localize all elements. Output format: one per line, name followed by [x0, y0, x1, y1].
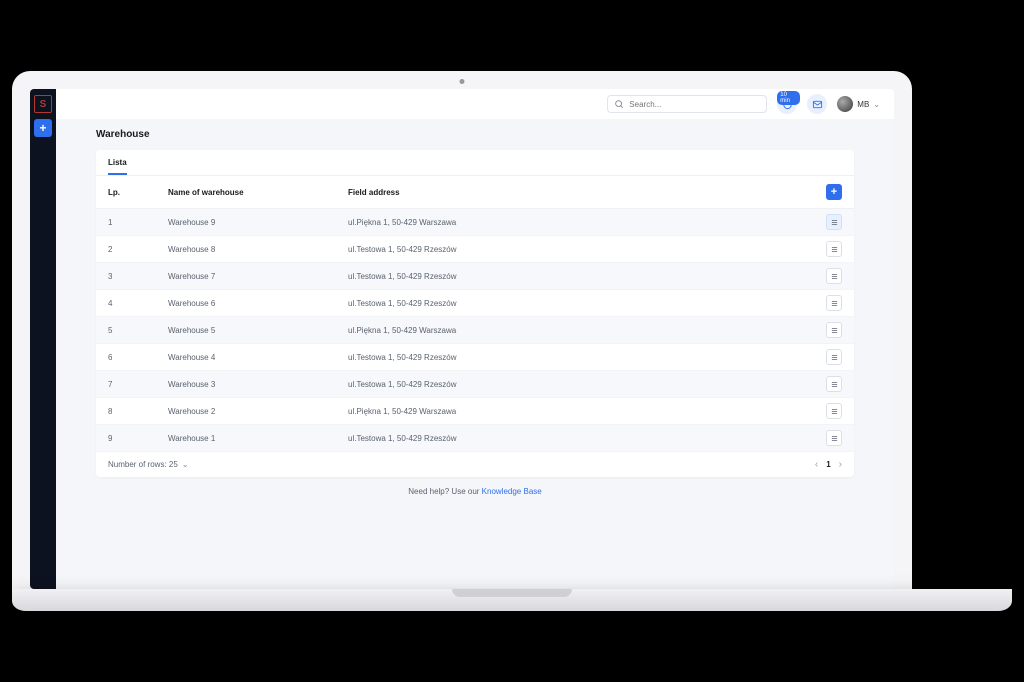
cell-lp: 1: [108, 218, 168, 227]
cell-lp: 4: [108, 299, 168, 308]
user-initials: MB: [857, 100, 869, 109]
search-input-wrap[interactable]: [607, 95, 767, 113]
cell-address: ul.Testowa 1, 50-429 Rzeszów: [348, 245, 802, 254]
hamburger-icon: [830, 245, 839, 254]
page-title: Warehouse: [96, 129, 854, 140]
avatar: [837, 96, 853, 112]
timer-badge: 10 min: [777, 91, 800, 105]
tabs: Lista: [96, 150, 854, 176]
cell-lp: 3: [108, 272, 168, 281]
cell-name: Warehouse 6: [168, 299, 348, 308]
chevron-down-icon: ⌄: [873, 100, 880, 109]
prev-page-button[interactable]: ‹: [815, 459, 818, 470]
pagination: ‹ 1 ›: [815, 459, 842, 470]
cell-lp: 6: [108, 353, 168, 362]
row-menu-button[interactable]: [826, 214, 842, 230]
cell-name: Warehouse 2: [168, 407, 348, 416]
help-text: Need help? Use our Knowledge Base: [96, 477, 854, 506]
cell-address: ul.Testowa 1, 50-429 Rzeszów: [348, 353, 802, 362]
laptop-base: [12, 589, 1012, 611]
table-row: 9Warehouse 1ul.Testowa 1, 50-429 Rzeszów: [96, 425, 854, 452]
table-row: 6Warehouse 4ul.Testowa 1, 50-429 Rzeszów: [96, 344, 854, 371]
cell-lp: 9: [108, 434, 168, 443]
sidebar: S +: [30, 89, 56, 589]
chevron-down-icon: ⌄: [182, 460, 189, 469]
table-header: Lp. Name of warehouse Field address +: [96, 176, 854, 209]
hamburger-icon: [830, 272, 839, 281]
warehouse-card: Lista Lp. Name of warehouse Field addres…: [96, 150, 854, 477]
row-menu-button[interactable]: [826, 241, 842, 257]
cell-name: Warehouse 3: [168, 380, 348, 389]
col-address: Field address: [348, 188, 802, 197]
cell-address: ul.Piękna 1, 50-429 Warszawa: [348, 407, 802, 416]
tab-lista[interactable]: Lista: [108, 158, 127, 175]
table-row: 7Warehouse 3ul.Testowa 1, 50-429 Rzeszów: [96, 371, 854, 398]
knowledge-base-link[interactable]: Knowledge Base: [482, 487, 542, 496]
sidebar-add-button[interactable]: +: [34, 119, 52, 137]
rows-per-page-select[interactable]: Number of rows: 25 ⌄: [108, 460, 189, 469]
hamburger-icon: [830, 299, 839, 308]
cell-lp: 7: [108, 380, 168, 389]
cell-name: Warehouse 9: [168, 218, 348, 227]
col-lp: Lp.: [108, 188, 168, 197]
help-prefix: Need help? Use our: [408, 487, 481, 496]
app-logo: S: [34, 95, 52, 113]
user-menu[interactable]: MB ⌄: [837, 96, 880, 112]
table-row: 1Warehouse 9ul.Piękna 1, 50-429 Warszawa: [96, 209, 854, 236]
hamburger-icon: [830, 407, 839, 416]
cell-address: ul.Testowa 1, 50-429 Rzeszów: [348, 434, 802, 443]
cell-address: ul.Testowa 1, 50-429 Rzeszów: [348, 299, 802, 308]
search-icon: [614, 99, 624, 109]
table-footer: Number of rows: 25 ⌄ ‹ 1 ›: [96, 452, 854, 477]
top-bar: 10 min MB ⌄: [56, 89, 894, 119]
table-row: 5Warehouse 5ul.Piękna 1, 50-429 Warszawa: [96, 317, 854, 344]
search-input[interactable]: [629, 100, 760, 109]
cell-address: ul.Testowa 1, 50-429 Rzeszów: [348, 272, 802, 281]
mail-icon[interactable]: [807, 94, 827, 114]
cell-address: ul.Piękna 1, 50-429 Warszawa: [348, 218, 802, 227]
cell-name: Warehouse 1: [168, 434, 348, 443]
row-menu-button[interactable]: [826, 376, 842, 392]
hamburger-icon: [830, 434, 839, 443]
table-row: 8Warehouse 2ul.Piękna 1, 50-429 Warszawa: [96, 398, 854, 425]
cell-lp: 5: [108, 326, 168, 335]
table-row: 3Warehouse 7ul.Testowa 1, 50-429 Rzeszów: [96, 263, 854, 290]
cell-name: Warehouse 7: [168, 272, 348, 281]
rows-label: Number of rows: 25: [108, 460, 178, 469]
hamburger-icon: [830, 218, 839, 227]
row-menu-button[interactable]: [826, 268, 842, 284]
row-menu-button[interactable]: [826, 322, 842, 338]
webcam-dot: [460, 79, 465, 84]
page-number: 1: [826, 460, 830, 469]
hamburger-icon: [830, 353, 839, 362]
row-menu-button[interactable]: [826, 349, 842, 365]
cell-name: Warehouse 5: [168, 326, 348, 335]
cell-address: ul.Testowa 1, 50-429 Rzeszów: [348, 380, 802, 389]
cell-name: Warehouse 8: [168, 245, 348, 254]
timer-icon[interactable]: 10 min: [777, 94, 797, 114]
hamburger-icon: [830, 380, 839, 389]
table-row: 4Warehouse 6ul.Testowa 1, 50-429 Rzeszów: [96, 290, 854, 317]
hamburger-icon: [830, 326, 839, 335]
row-menu-button[interactable]: [826, 430, 842, 446]
next-page-button[interactable]: ›: [839, 459, 842, 470]
col-name: Name of warehouse: [168, 188, 348, 197]
cell-lp: 2: [108, 245, 168, 254]
table-row: 2Warehouse 8ul.Testowa 1, 50-429 Rzeszów: [96, 236, 854, 263]
cell-lp: 8: [108, 407, 168, 416]
cell-address: ul.Piękna 1, 50-429 Warszawa: [348, 326, 802, 335]
row-menu-button[interactable]: [826, 295, 842, 311]
add-row-button[interactable]: +: [826, 184, 842, 200]
row-menu-button[interactable]: [826, 403, 842, 419]
cell-name: Warehouse 4: [168, 353, 348, 362]
